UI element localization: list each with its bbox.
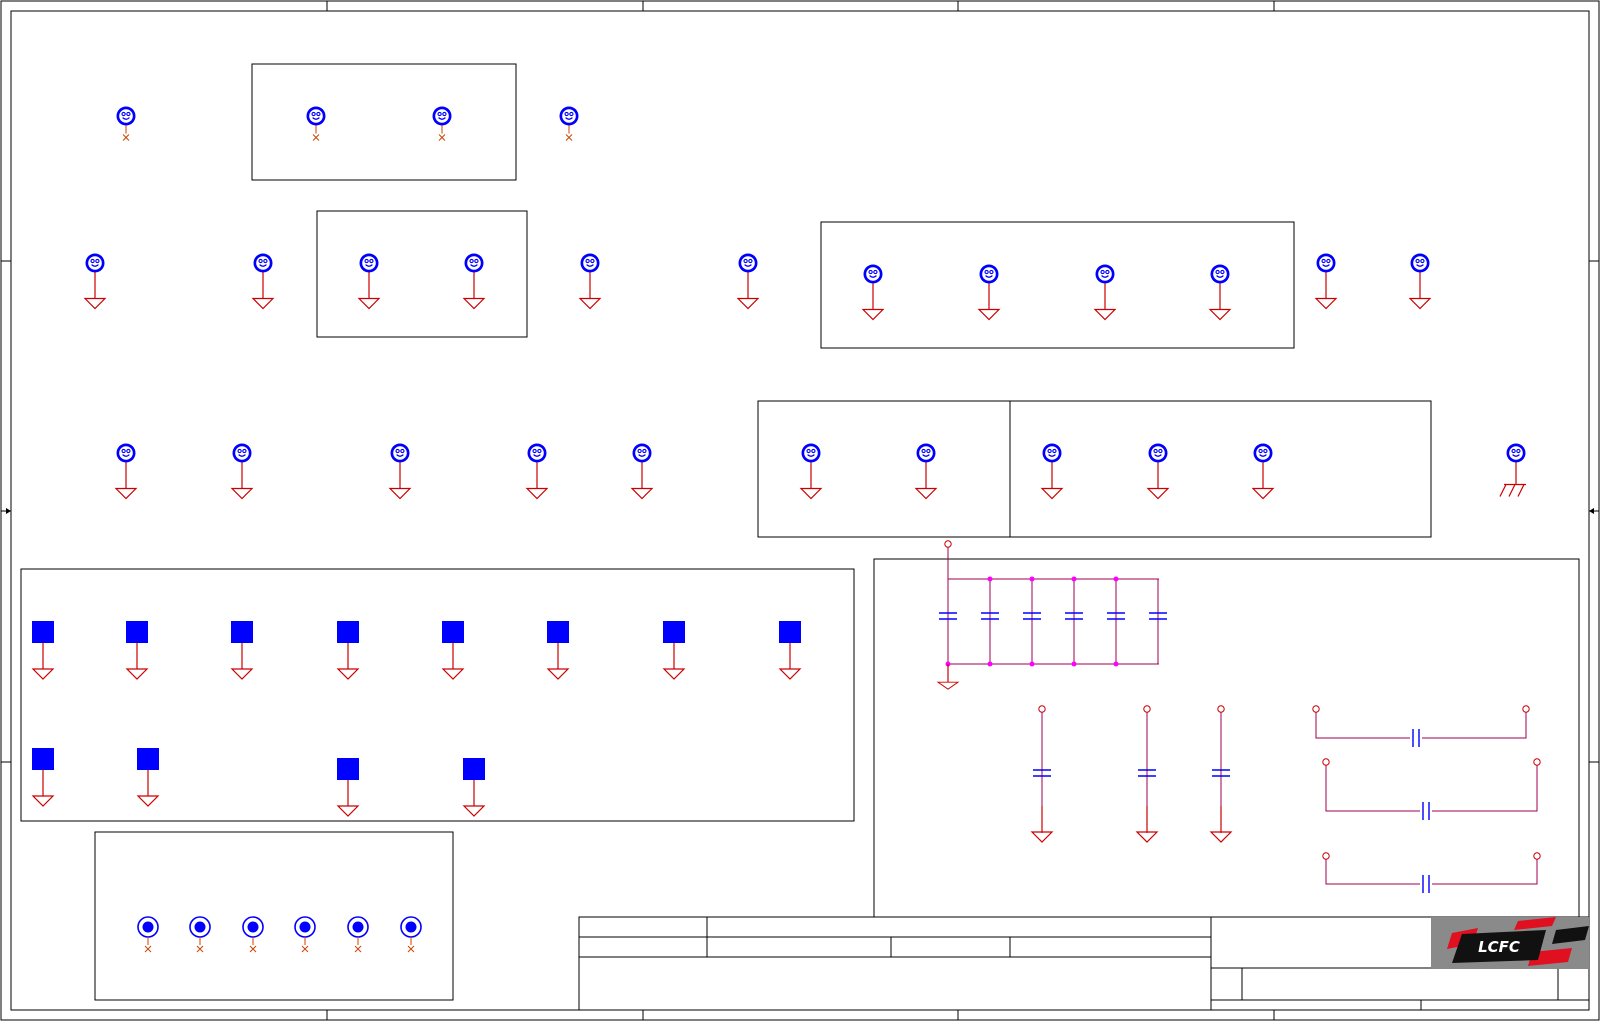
capacitor-icon bbox=[1031, 705, 1053, 843]
row2-mounting-holes bbox=[84, 252, 1431, 321]
smiley-hole-icon bbox=[1147, 442, 1169, 500]
square-pad-icon bbox=[337, 758, 359, 817]
capacitor-icon bbox=[1106, 579, 1126, 664]
zone-arrow-left bbox=[1, 508, 11, 514]
smiley-hole-icon bbox=[737, 252, 759, 310]
capacitor-icon bbox=[1312, 705, 1530, 748]
smiley-hole-icon bbox=[558, 105, 580, 141]
capacitor-icon bbox=[1148, 579, 1168, 664]
smiley-hole-icon bbox=[579, 252, 601, 310]
smiley-hole-icon bbox=[463, 252, 485, 310]
smiley-hole-icon bbox=[358, 252, 380, 310]
smiley-hole-icon bbox=[1252, 442, 1274, 500]
smiley-hole-icon bbox=[431, 105, 453, 141]
smiley-hole-icon bbox=[115, 442, 137, 500]
box-row3-a bbox=[757, 400, 1011, 538]
square-pad-icon bbox=[663, 621, 685, 680]
square-pad-icon bbox=[337, 621, 359, 680]
box-top-holes bbox=[251, 63, 517, 181]
square-pad-icon bbox=[463, 758, 485, 817]
square-pad-icon bbox=[32, 748, 54, 807]
smiley-hole-icon bbox=[231, 442, 253, 500]
smiley-hole-icon bbox=[389, 442, 411, 500]
smiley-hole-icon bbox=[1041, 442, 1063, 500]
box-row2-right bbox=[820, 221, 1295, 349]
smiley-hole-icon bbox=[526, 442, 548, 500]
smiley-hole-icon bbox=[915, 442, 937, 500]
decoupling-cap-bank bbox=[937, 540, 1168, 690]
square-pad-icon bbox=[547, 621, 569, 680]
chassis-hole-icon bbox=[1499, 442, 1527, 498]
square-pad-icon bbox=[779, 621, 801, 680]
series-caps bbox=[1312, 705, 1541, 894]
row3-mounting-holes bbox=[115, 442, 1527, 500]
box-row3-b bbox=[1009, 400, 1432, 538]
smiley-hole-icon bbox=[1209, 263, 1231, 321]
capacitor-icon bbox=[1322, 758, 1541, 821]
smiley-hole-icon bbox=[631, 442, 653, 500]
smiley-hole-icon bbox=[1409, 252, 1431, 310]
capacitor-icon bbox=[1022, 579, 1042, 664]
ring-fiducial-icon bbox=[347, 916, 369, 953]
smiley-hole-icon bbox=[115, 105, 137, 141]
ring-fiducial-icon bbox=[242, 916, 264, 953]
smiley-hole-icon bbox=[1315, 252, 1337, 310]
capacitor-icon bbox=[1210, 705, 1232, 843]
logo-text: LCFC bbox=[1478, 938, 1520, 956]
ring-fiducial-icon bbox=[400, 916, 422, 953]
zone-arrow-right bbox=[1589, 508, 1599, 514]
smiley-hole-icon bbox=[84, 252, 106, 310]
row1-mounting-holes bbox=[115, 105, 580, 141]
square-pad-icon bbox=[442, 621, 464, 680]
ground-triangle-icon bbox=[937, 663, 959, 690]
group-boxes bbox=[20, 63, 1580, 1001]
capacitor-icon bbox=[938, 579, 958, 664]
fiducials bbox=[137, 916, 422, 953]
ring-fiducial-icon bbox=[137, 916, 159, 953]
capacitor-icon bbox=[1064, 579, 1084, 664]
lcfc-logo: LCFC bbox=[1431, 917, 1589, 969]
smiley-hole-icon bbox=[862, 263, 884, 321]
test-pads bbox=[32, 621, 801, 817]
capacitor-icon bbox=[1322, 852, 1541, 894]
box-test-pads bbox=[20, 568, 855, 822]
smiley-hole-icon bbox=[305, 105, 327, 141]
single-caps bbox=[1031, 705, 1232, 843]
smiley-hole-icon bbox=[1094, 263, 1116, 321]
box-row2-left bbox=[316, 210, 528, 338]
square-pad-icon bbox=[126, 621, 148, 680]
smiley-hole-icon bbox=[800, 442, 822, 500]
power-pin-icon bbox=[944, 540, 952, 548]
capacitor-icon bbox=[1136, 705, 1158, 843]
ring-fiducial-icon bbox=[294, 916, 316, 953]
schematic-sheet: LCFC bbox=[0, 0, 1600, 1021]
ring-fiducial-icon bbox=[189, 916, 211, 953]
square-pad-icon bbox=[32, 621, 54, 680]
smiley-hole-icon bbox=[252, 252, 274, 310]
smiley-hole-icon bbox=[978, 263, 1000, 321]
square-pad-icon bbox=[137, 748, 159, 807]
capacitor-icon bbox=[980, 579, 1000, 664]
square-pad-icon bbox=[231, 621, 253, 680]
box-fiducials bbox=[94, 831, 454, 1001]
sheet-border bbox=[0, 0, 1600, 1021]
